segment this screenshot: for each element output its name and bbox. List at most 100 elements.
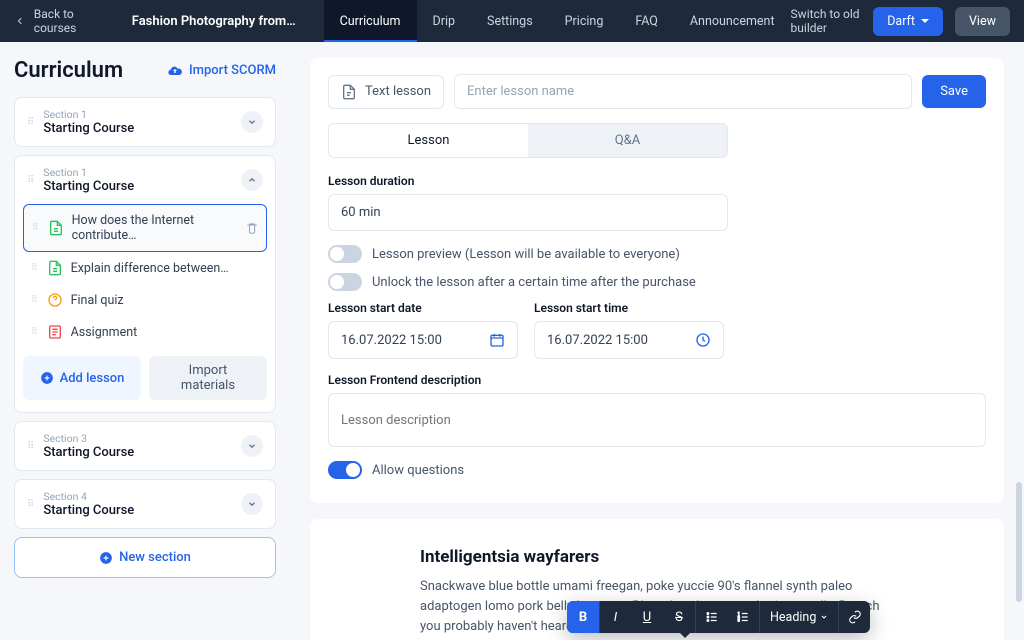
text-format-toolbar: B I U S 123 Heading [567,601,870,633]
add-lesson-button[interactable]: Add lesson [23,356,141,400]
underline-button[interactable]: U [631,601,663,633]
tab-qa[interactable]: Q&A [528,124,727,157]
expand-button[interactable] [241,493,263,515]
chevron-down-icon [921,19,929,23]
back-to-courses[interactable]: Back to courses [0,7,120,35]
chevron-down-icon [247,499,257,509]
allow-questions-label: Allow questions [372,463,464,478]
draft-button[interactable]: Darft [873,7,943,36]
collapse-button[interactable] [241,169,263,191]
bold-button[interactable]: B [567,601,599,633]
import-scorm-button[interactable]: Import SCORM [167,63,276,79]
ordered-list-button[interactable]: 123 [727,601,759,633]
lesson-item[interactable]: ⠿ Final quiz [23,284,267,316]
tab-curriculum[interactable]: Curriculum [324,0,417,42]
drag-handle-icon[interactable]: ⠿ [31,295,39,305]
document-icon [47,260,63,276]
section-card: ⠿ Section 1 Starting Course ⠿ How does t… [14,155,276,413]
cloud-upload-icon [167,63,183,79]
save-button[interactable]: Save [922,75,986,108]
scrollbar[interactable] [1016,482,1022,602]
plus-circle-icon [99,551,113,565]
new-section-button[interactable]: New section [14,537,276,578]
assignment-icon [47,324,63,340]
unlock-toggle[interactable] [328,273,362,291]
link-icon [848,610,862,624]
ordered-list-icon: 123 [736,610,750,624]
calendar-icon [489,332,505,348]
lesson-item[interactable]: ⠿ Explain difference between… [23,252,267,284]
lesson-name-input[interactable] [454,74,912,109]
main-content: Text lesson Save Lesson Q&A Lesson durat… [290,42,1024,640]
quiz-icon [47,292,63,308]
start-date-input[interactable]: 16.07.2022 15:00 [328,321,518,359]
drag-handle-icon[interactable]: ⠿ [27,175,35,186]
section-header[interactable]: ⠿ Section 3 Starting Course [15,422,275,470]
sidebar-title: Curriculum [14,58,123,83]
start-time-input[interactable]: 16.07.2022 15:00 [534,321,724,359]
unlock-label: Unlock the lesson after a certain time a… [372,275,696,290]
allow-questions-toggle[interactable] [328,461,362,479]
section-card: ⠿ Section 1 Starting Course [14,97,276,147]
sidebar: Curriculum Import SCORM ⠿ Section 1 Star… [0,42,290,640]
chevron-down-icon [820,613,828,621]
drag-handle-icon[interactable]: ⠿ [31,327,39,337]
topbar: Back to courses Fashion Photography from… [0,0,1024,42]
strikethrough-button[interactable]: S [663,601,695,633]
start-date-label: Lesson start date [328,301,518,315]
start-time-label: Lesson start time [534,301,724,315]
preview-toggle[interactable] [328,245,362,263]
back-label: Back to courses [34,7,106,35]
frontend-desc-label: Lesson Frontend description [328,373,986,387]
expand-button[interactable] [241,435,263,457]
toolbar-arrow [680,633,690,638]
lesson-qa-tabs: Lesson Q&A [328,123,728,158]
preview-label: Lesson preview (Lesson will be available… [372,247,680,262]
import-materials-button[interactable]: Import materials [149,356,267,400]
drag-handle-icon[interactable]: ⠿ [32,223,40,233]
link-button[interactable] [838,601,870,633]
duration-input[interactable] [328,194,728,231]
chevron-down-icon [247,117,257,127]
expand-button[interactable] [241,111,263,133]
tab-faq[interactable]: FAQ [619,0,674,42]
drag-handle-icon[interactable]: ⠿ [27,117,35,128]
lesson-item[interactable]: ⠿ How does the Internet contribute… [23,204,267,252]
duration-label: Lesson duration [328,174,986,188]
nav-tabs: Curriculum Drip Settings Pricing FAQ Ann… [324,0,791,42]
tab-pricing[interactable]: Pricing [549,0,620,42]
course-title: Fashion Photography from… [120,14,308,29]
section-header[interactable]: ⠿ Section 1 Starting Course [15,156,275,204]
clock-icon [695,332,711,348]
section-card: ⠿ Section 4 Starting Course [14,479,276,529]
section-header[interactable]: ⠿ Section 4 Starting Course [15,480,275,528]
chevron-down-icon [247,441,257,451]
frontend-desc-input[interactable] [328,393,986,447]
drag-handle-icon[interactable]: ⠿ [31,263,39,273]
view-button[interactable]: View [955,7,1010,36]
document-icon [341,84,357,100]
bullet-list-icon [705,610,719,624]
tab-announcement[interactable]: Announcement [674,0,791,42]
tab-lesson[interactable]: Lesson [329,124,528,157]
drag-handle-icon[interactable]: ⠿ [27,441,35,452]
lesson-type-selector[interactable]: Text lesson [328,75,444,109]
tab-settings[interactable]: Settings [471,0,549,42]
content-editor[interactable]: Intelligentsia wayfarers Snackwave blue … [310,519,1004,640]
chevron-up-icon [247,175,257,185]
lesson-settings-panel: Text lesson Save Lesson Q&A Lesson durat… [310,58,1004,503]
lesson-item[interactable]: ⠿ Assignment [23,316,267,348]
heading-dropdown[interactable]: Heading [759,601,838,633]
section-header[interactable]: ⠿ Section 1 Starting Course [15,98,275,146]
bullet-list-button[interactable] [695,601,727,633]
trash-icon[interactable] [246,221,258,235]
italic-button[interactable]: I [599,601,631,633]
svg-text:3: 3 [738,619,740,623]
drag-handle-icon[interactable]: ⠿ [27,499,35,510]
switch-builder-link[interactable]: Switch to old builder [791,7,862,35]
section-card: ⠿ Section 3 Starting Course [14,421,276,471]
tab-drip[interactable]: Drip [417,0,472,42]
content-heading: Intelligentsia wayfarers [420,547,894,567]
document-icon [48,220,64,236]
plus-circle-icon [40,371,54,385]
